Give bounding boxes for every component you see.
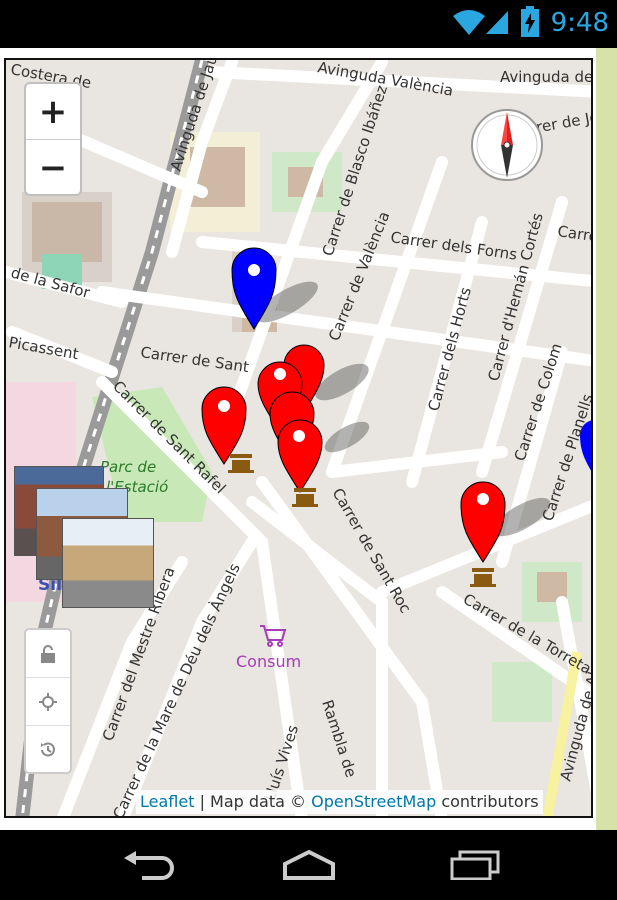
zoom-out-button[interactable]: − — [26, 139, 80, 195]
side-panel-edge — [596, 48, 617, 830]
locate-button[interactable] — [26, 677, 70, 725]
status-bar: 9:48 — [0, 0, 617, 48]
history-icon — [41, 742, 55, 756]
home-icon — [283, 850, 335, 880]
cell-signal-icon — [486, 11, 508, 34]
attribution-text-end: contributors — [436, 792, 539, 811]
battery-charging-icon — [521, 6, 539, 37]
navigation-bar — [0, 830, 617, 900]
compass-icon[interactable] — [468, 106, 546, 184]
recent-apps-icon — [450, 850, 500, 880]
crosshair-icon — [39, 692, 57, 711]
park-label: Parc de — [100, 458, 156, 476]
back-button[interactable] — [104, 842, 194, 888]
home-button[interactable] — [264, 842, 354, 888]
zoom-in-button[interactable]: + — [26, 84, 80, 139]
street-label: Avinguda de — [500, 68, 593, 86]
unlock-icon — [41, 644, 55, 663]
zoom-control: + − — [24, 82, 82, 196]
attribution-text: | Map data © — [194, 792, 312, 811]
history-button[interactable] — [26, 725, 70, 773]
clock: 9:48 — [550, 8, 609, 38]
back-icon — [124, 851, 174, 880]
osm-link[interactable]: OpenStreetMap — [311, 792, 436, 811]
poi-label: Consum — [236, 652, 302, 671]
recent-apps-button[interactable] — [430, 842, 520, 888]
leaflet-link[interactable]: Leaflet — [140, 792, 194, 811]
lock-button[interactable] — [26, 630, 70, 677]
map-tools — [24, 628, 72, 774]
map-attribution: Leaflet | Map data © OpenStreetMap contr… — [136, 790, 543, 814]
wifi-icon — [453, 10, 485, 35]
photo-thumbnail[interactable] — [62, 518, 154, 608]
